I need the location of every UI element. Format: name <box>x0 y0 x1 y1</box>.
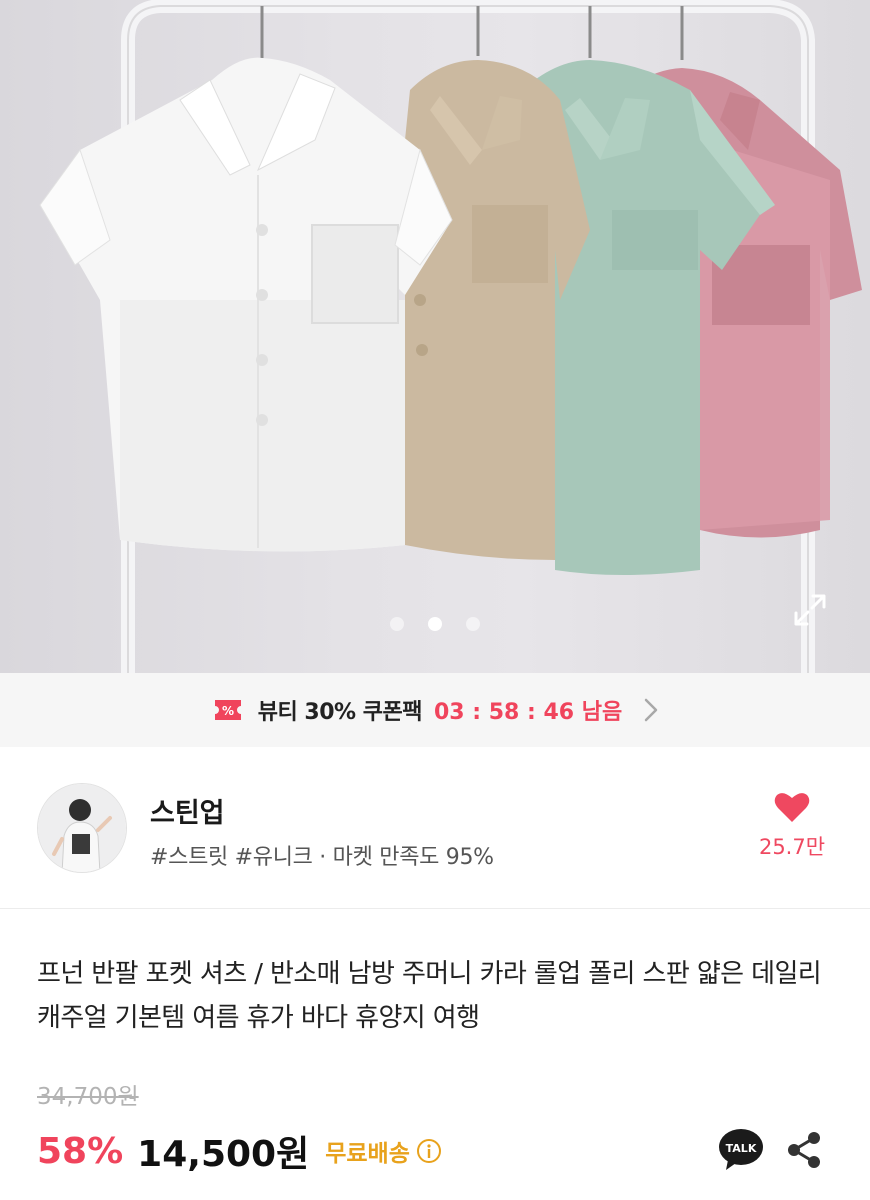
kakao-talk-button[interactable]: TALK <box>718 1126 764 1172</box>
like-count: 25.7만 <box>758 835 826 859</box>
product-image-gallery[interactable] <box>0 0 870 673</box>
shirt-product-photo <box>39 0 862 673</box>
chevron-right-icon <box>644 698 658 722</box>
discount-rate: 58% <box>37 1130 124 1172</box>
seller-avatar[interactable] <box>37 783 127 873</box>
seller-section: 스틴업 #스트릿 #유니크 · 마켓 만족도 95% 25.7만 <box>0 747 870 909</box>
seller-tags: #스트릿 #유니크 · 마켓 만족도 95% <box>150 845 494 870</box>
like-button[interactable]: 25.7만 <box>752 791 832 861</box>
original-price: 34,700원 <box>37 1084 139 1110</box>
talk-label: TALK <box>726 1142 757 1155</box>
svg-text:%: % <box>222 704 234 718</box>
coupon-banner[interactable]: % 뷰티 30% 쿠폰팩 03 : 58 : 46 남음 <box>0 673 870 747</box>
pagination-dot-active[interactable] <box>428 617 442 631</box>
share-button[interactable] <box>786 1130 822 1170</box>
product-title: 프넌 반팔 포켓 셔츠 / 반소매 남방 주머니 카라 롤업 폴리 스판 얇은 … <box>37 959 822 1033</box>
expand-icon[interactable] <box>790 590 830 630</box>
info-icon[interactable] <box>416 1138 442 1164</box>
gallery-pagination <box>0 617 870 633</box>
share-icon <box>788 1132 820 1168</box>
sale-price: 14,500원 <box>137 1134 310 1175</box>
coupon-countdown: 03 : 58 : 46 남음 <box>433 700 623 725</box>
coupon-ticket-icon: % <box>214 700 241 720</box>
seller-name[interactable]: 스틴업 <box>150 791 225 830</box>
free-shipping-label: 무료배송 <box>325 1141 410 1167</box>
coupon-label: 뷰티 30% 쿠폰팩 <box>257 700 423 725</box>
heart-icon <box>774 793 810 822</box>
pagination-dot[interactable] <box>466 617 480 631</box>
price-row: 58% 14,500원 무료배송 <box>37 1126 442 1176</box>
pagination-dot[interactable] <box>390 617 404 631</box>
talk-bubble-icon: TALK <box>719 1129 763 1170</box>
